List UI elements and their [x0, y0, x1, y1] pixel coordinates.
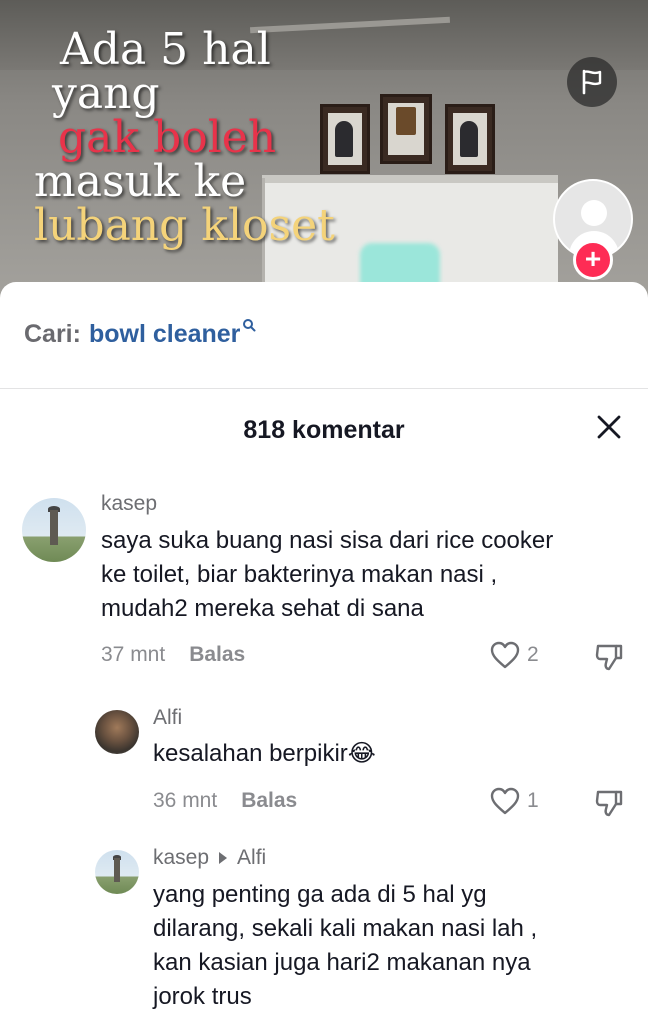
- portrait-frame: [445, 104, 495, 174]
- heart-icon: [490, 787, 520, 815]
- avatar[interactable]: [95, 710, 139, 754]
- heart-icon: [490, 641, 520, 669]
- comment-meta: 37 mnt Balas: [101, 643, 245, 667]
- comment-username[interactable]: Alfi: [153, 706, 182, 730]
- search-suggestion[interactable]: Cari: bowl cleaner: [24, 319, 256, 349]
- flag-icon: [582, 69, 602, 95]
- comments-sheet: Cari: bowl cleaner 818 komentar kasep sa…: [0, 282, 648, 1024]
- comment-username[interactable]: kasep: [101, 492, 157, 516]
- overlay-line: masuk ke: [34, 156, 247, 207]
- comment-author[interactable]: kasep: [153, 846, 209, 869]
- follow-button[interactable]: +: [573, 240, 613, 280]
- thumbs-down-icon: [595, 644, 623, 671]
- comment-text-line: ke toilet, biar bakterinya makan nasi ,: [101, 561, 498, 588]
- like-button[interactable]: 1: [489, 787, 539, 815]
- like-count: 1: [527, 789, 539, 812]
- avatar[interactable]: [22, 498, 86, 562]
- video-player[interactable]: Ada 5 hal yang gak boleh masuk ke lubang…: [0, 0, 648, 300]
- comment-text: yang penting ga ada di 5 hal yg dilarang…: [153, 878, 537, 1014]
- dislike-button[interactable]: [594, 642, 624, 677]
- comment-username: kasep Alfi: [153, 846, 266, 870]
- close-icon: [597, 415, 621, 439]
- like-count: 2: [527, 643, 539, 666]
- comment-text-line: dilarang, sekali kali makan nasi lah ,: [153, 915, 538, 942]
- search-icon: [243, 319, 256, 332]
- comment-text-line: mudah2 mereka sehat di sana: [101, 595, 424, 622]
- comment-text-line: kesalahan berpikir😂: [153, 740, 376, 767]
- overlay-line: lubang kloset: [34, 200, 335, 251]
- comment-text-line: jorok trus: [153, 983, 252, 1010]
- comment-timestamp: 36 mnt: [153, 789, 218, 812]
- divider: [0, 388, 648, 389]
- avatar[interactable]: [95, 850, 139, 894]
- overlay-line: gak boleh: [58, 112, 277, 163]
- close-button[interactable]: [594, 412, 624, 442]
- overlay-line: yang: [52, 68, 160, 119]
- comment-text: kesalahan berpikir😂: [153, 737, 376, 771]
- comment-timestamp: 37 mnt: [101, 643, 166, 666]
- search-prefix: Cari:: [24, 320, 81, 348]
- comment-count-title: 818 komentar: [243, 416, 405, 444]
- plus-icon: +: [584, 243, 602, 274]
- comment-text: saya suka buang nasi sisa dari rice cook…: [101, 524, 553, 626]
- like-button[interactable]: 2: [489, 641, 539, 669]
- video-overlay-text: Ada 5 hal yang gak boleh masuk ke lubang…: [32, 28, 335, 248]
- comment-text-line: kan kasian juga hari2 makanan nya: [153, 949, 531, 976]
- reply-button[interactable]: Balas: [189, 643, 245, 666]
- search-term-link[interactable]: bowl cleaner: [89, 320, 240, 349]
- reply-arrow-icon: [219, 851, 228, 864]
- comment-meta: 36 mnt Balas: [153, 789, 297, 813]
- reply-to-user[interactable]: Alfi: [237, 846, 266, 869]
- thumbs-down-icon: [595, 790, 623, 817]
- comment-text-line: saya suka buang nasi sisa dari rice cook…: [101, 527, 554, 554]
- dislike-button[interactable]: [594, 788, 624, 823]
- emblem-frame: [380, 94, 432, 164]
- overlay-line: Ada 5 hal: [60, 24, 271, 75]
- user-avatar-icon: [581, 200, 607, 226]
- comment-text-line: yang penting ga ada di 5 hal yg: [153, 881, 487, 908]
- reply-button[interactable]: Balas: [241, 789, 297, 812]
- report-button[interactable]: [567, 57, 617, 107]
